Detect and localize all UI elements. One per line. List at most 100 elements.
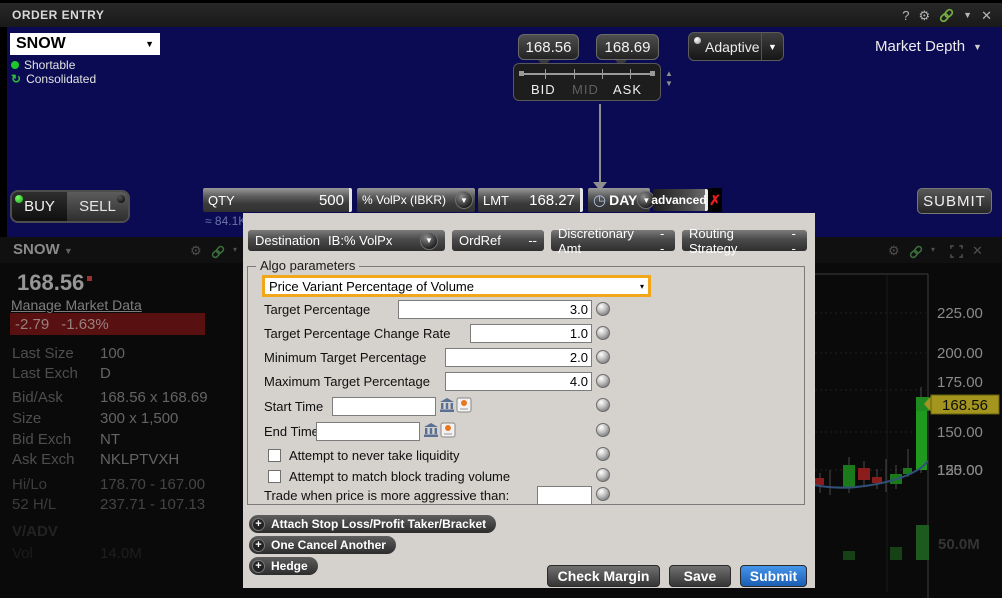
shortable-label: Shortable	[24, 58, 75, 72]
one-cancel-another-button[interactable]: + One Cancel Another	[249, 536, 396, 554]
y-axis-label: 175.00	[937, 374, 983, 391]
price-spinner[interactable]: ▲ ▼	[665, 70, 673, 88]
help-globe-icon[interactable]	[596, 487, 610, 501]
end-time-input[interactable]	[316, 422, 420, 441]
market-hours-icon[interactable]	[423, 421, 439, 439]
algo-preset-dropdown[interactable]: Adaptive ▼	[688, 32, 784, 61]
row-value: NT	[100, 431, 120, 448]
help-globe-icon[interactable]	[596, 468, 610, 482]
quote-symbol[interactable]: SNOW ▼	[13, 241, 73, 258]
destination-dropdown[interactable]: Destination IB:% VolPx ▼	[248, 230, 445, 251]
help-globe-icon[interactable]	[596, 447, 610, 461]
volume-row: Vol 14.0M	[12, 545, 142, 562]
ask-price-button[interactable]: 168.69	[596, 34, 659, 60]
slider-label-bid[interactable]: BID	[531, 82, 556, 97]
help-icon[interactable]: ?	[902, 9, 909, 22]
slider-tick	[574, 69, 575, 79]
max-target-percentage-input[interactable]	[445, 372, 592, 391]
param-row: Maximum Target Percentage	[264, 371, 430, 392]
help-globe-icon[interactable]	[596, 326, 610, 340]
algo-parameters-group: Algo parameters Price Variant Percentage…	[247, 266, 805, 505]
help-globe-icon[interactable]	[596, 398, 610, 412]
market-hours-icon[interactable]	[439, 396, 455, 414]
help-globe-icon[interactable]	[596, 302, 610, 316]
order-type-label: % VolPx (IBKR)	[362, 193, 446, 207]
routing-strategy-button[interactable]: Routing Strategy --	[682, 230, 807, 251]
discretionary-label: Discretionary Amt	[558, 226, 652, 256]
help-globe-icon[interactable]	[596, 350, 610, 364]
quantity-value[interactable]: 500	[319, 192, 344, 209]
start-time-row: Start Time	[264, 396, 323, 417]
row-label: 52 H/L	[12, 496, 100, 513]
param-label: Maximum Target Percentage	[264, 374, 430, 389]
spinner-up-icon[interactable]: ▲	[665, 70, 673, 78]
last-price-tag: 168.56	[942, 397, 988, 414]
sell-led-icon	[117, 195, 125, 203]
link-icon[interactable]	[211, 244, 225, 259]
tif-dropdown[interactable]: ◷ DAY ▼	[588, 188, 650, 212]
ordref-button[interactable]: OrdRef --	[452, 230, 544, 251]
row-value: 14.0M	[100, 545, 142, 562]
row-label: Bid Exch	[12, 431, 100, 448]
preset-caret[interactable]: ▼	[761, 33, 783, 60]
help-globe-icon[interactable]	[596, 374, 610, 388]
order-type-dropdown[interactable]: % VolPx (IBKR) ▼	[357, 188, 475, 212]
close-icon[interactable]: ✕	[981, 9, 992, 22]
ordref-label: OrdRef	[459, 233, 501, 248]
checkbox-row: Attempt to match block trading volume	[268, 466, 510, 487]
row-value: NKLPTVXH	[100, 451, 179, 468]
slider-track[interactable]	[521, 73, 653, 75]
preset-led-icon	[694, 37, 701, 44]
never-take-liquidity-checkbox[interactable]	[268, 449, 281, 462]
gear-icon[interactable]: ⚙	[190, 244, 202, 257]
advanced-toggle[interactable]: advanced	[653, 189, 708, 211]
symbol-select[interactable]: SNOW ▼	[10, 33, 160, 55]
market-depth-menu[interactable]: Market Depth ▼	[875, 38, 982, 55]
row-label: Ask Exch	[12, 451, 100, 468]
attach-bracket-button[interactable]: + Attach Stop Loss/Profit Taker/Bracket	[249, 515, 496, 533]
save-button[interactable]: Save	[669, 565, 731, 587]
param-label: Target Percentage	[264, 302, 370, 317]
buy-button[interactable]: BUY	[12, 192, 67, 221]
row-value: 100	[100, 345, 125, 362]
gear-icon[interactable]: ⚙	[919, 9, 931, 22]
target-percentage-input[interactable]	[398, 300, 592, 319]
match-block-volume-checkbox[interactable]	[268, 470, 281, 483]
limit-price-value[interactable]: 168.27	[529, 192, 575, 209]
sell-button[interactable]: SELL	[67, 192, 128, 221]
advanced-close-icon[interactable]: ✗	[708, 188, 722, 212]
plus-icon: +	[252, 518, 265, 531]
chevron-down-icon: ▼	[973, 42, 982, 52]
row-label: Last Exch	[12, 365, 100, 382]
spinner-down-icon[interactable]: ▼	[665, 80, 673, 88]
quantity-field[interactable]: QTY 500	[203, 188, 352, 212]
order-type-caret[interactable]: ▼	[455, 191, 473, 209]
submit-order-button[interactable]: SUBMIT	[917, 188, 992, 214]
start-time-input[interactable]	[332, 397, 436, 416]
plus-icon: +	[252, 560, 265, 573]
discretionary-amt-button[interactable]: Discretionary Amt --	[551, 230, 675, 251]
one-cancel-another-label: One Cancel Another	[271, 538, 386, 552]
chevron-down-icon[interactable]: ▾	[233, 246, 237, 254]
min-target-percentage-input[interactable]	[445, 348, 592, 367]
dialog-submit-button[interactable]: Submit	[740, 565, 807, 587]
time-picker-icon[interactable]	[456, 396, 472, 414]
manage-market-data-link[interactable]: Manage Market Data	[11, 297, 142, 313]
bid-price-button[interactable]: 168.56	[518, 34, 579, 60]
y-axis-label: 200.00	[937, 345, 983, 362]
aggressive-price-input[interactable]	[537, 486, 592, 505]
collapse-icon[interactable]: ▼	[963, 11, 972, 20]
start-time-label: Start Time	[264, 399, 323, 414]
time-picker-icon[interactable]	[440, 421, 456, 439]
slider-label-mid[interactable]: MID	[572, 82, 599, 97]
slider-label-ask[interactable]: ASK	[613, 82, 642, 97]
destination-caret[interactable]: ▼	[420, 232, 438, 250]
hedge-button[interactable]: + Hedge	[249, 557, 318, 575]
help-globe-icon[interactable]	[596, 423, 610, 437]
target-pct-change-rate-input[interactable]	[470, 324, 592, 343]
link-icon[interactable]	[939, 7, 954, 22]
limit-price-field[interactable]: LMT 168.27	[478, 188, 583, 212]
algo-strategy-select[interactable]: Price Variant Percentage of Volume ▾	[262, 275, 651, 297]
price-slider[interactable]: BID MID ASK	[513, 63, 661, 101]
check-margin-button[interactable]: Check Margin	[547, 565, 660, 587]
